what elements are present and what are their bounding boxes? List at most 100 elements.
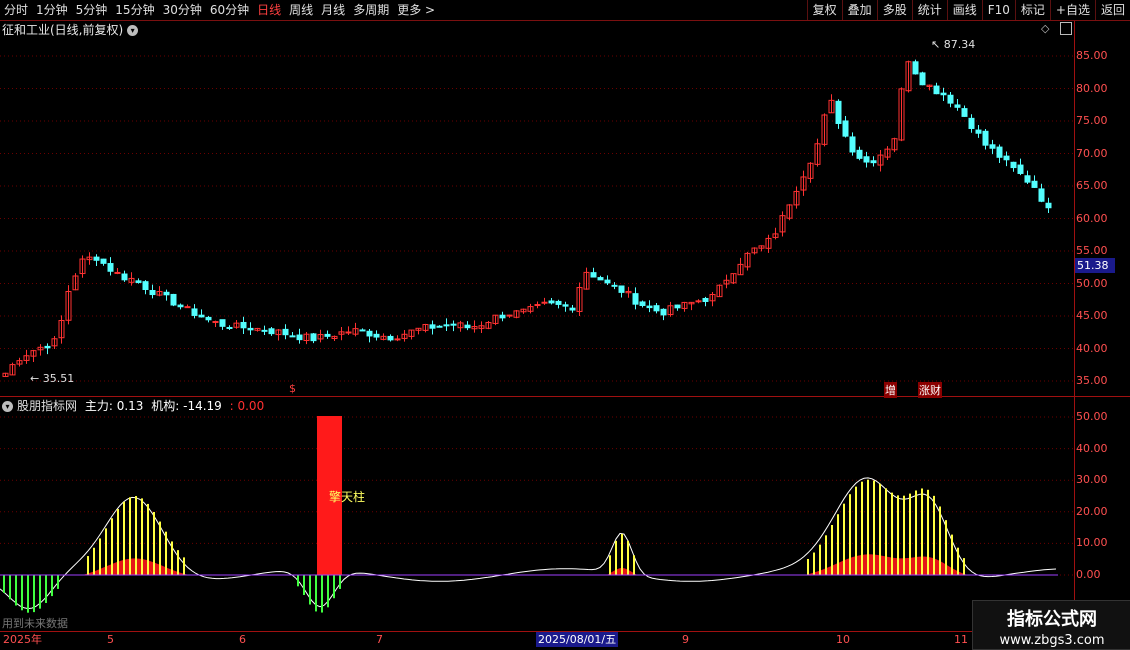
marker-rise-wealth[interactable]: 涨财 (918, 382, 942, 398)
candle-body (660, 308, 667, 316)
ind-tick-30: 30.00 (1076, 473, 1108, 486)
y-tick-35: 35.00 (1076, 374, 1108, 387)
candle-body (373, 333, 380, 338)
candle-body (555, 300, 562, 305)
candle-body (184, 306, 191, 309)
candle-body (632, 293, 639, 305)
candle-body (394, 338, 401, 341)
candle-body (604, 279, 611, 284)
candle-body (464, 324, 471, 329)
panel-divider (0, 396, 1130, 397)
chevron-down-icon[interactable]: ▾ (2, 401, 13, 412)
candle-body (989, 144, 996, 149)
candle-body (940, 92, 947, 96)
candle-body (1010, 161, 1017, 169)
candle-body (268, 328, 275, 335)
candle-body (114, 271, 121, 274)
date-label-nov: 11 (954, 633, 968, 646)
y-tick-50: 50.00 (1076, 277, 1108, 290)
candle-body (289, 335, 296, 338)
candle-body (177, 304, 184, 308)
candle-body (324, 333, 331, 337)
candle-body (170, 293, 177, 306)
candle-body (443, 324, 450, 327)
candle-body (639, 301, 646, 307)
date-cursor-label: 2025/08/01/五 (536, 632, 619, 647)
candle-body (359, 329, 366, 332)
candle-body (212, 321, 219, 324)
candle-body (954, 104, 961, 108)
date-label-jun: 6 (239, 633, 246, 646)
candle-body (919, 72, 926, 86)
candle-body (191, 308, 198, 316)
candle-body (569, 307, 576, 311)
institution-value: 机构: -14.19 (151, 399, 222, 413)
candle-body (240, 321, 247, 329)
candle-body (44, 345, 51, 349)
watermark-title: 指标公式网 (1007, 609, 1097, 630)
watermark: 指标公式网 www.zbgs3.com (972, 600, 1130, 650)
candle-body (562, 304, 569, 307)
candle-body (996, 146, 1003, 158)
y-tick-40: 40.00 (1076, 342, 1108, 355)
ind-tick-0: 0.00 (1076, 568, 1101, 581)
y-tick-75: 75.00 (1076, 114, 1108, 127)
kline-chart[interactable] (0, 0, 1130, 650)
candle-body (961, 108, 968, 117)
candle-body (226, 326, 233, 329)
y-tick-65: 65.00 (1076, 179, 1108, 192)
dollar-marker[interactable]: $ (289, 382, 296, 395)
pillar-label: 擎天柱 (329, 490, 366, 504)
candle-body (345, 331, 352, 334)
candle-body (247, 327, 254, 331)
candle-body (296, 334, 303, 341)
candle-body (842, 120, 849, 137)
date-label-may: 5 (107, 633, 114, 646)
watermark-url: www.zbgs3.com (999, 633, 1105, 648)
candle-body (1031, 180, 1038, 188)
candle-body (1017, 164, 1024, 174)
candle-body (1038, 188, 1045, 202)
marker-increase[interactable]: 增 (884, 382, 897, 398)
institution-area (0, 554, 1058, 575)
candle-body (548, 300, 555, 304)
candle-body (1003, 155, 1010, 161)
candle-body (310, 333, 317, 342)
candle-body (870, 160, 877, 164)
candle-body (282, 328, 289, 336)
candle-body (429, 324, 436, 329)
main-force-value: 主力: 0.13 (84, 399, 144, 413)
candle-body (261, 329, 268, 332)
candle-body (702, 297, 709, 302)
candle-body (450, 323, 457, 326)
candle-body (163, 291, 170, 296)
candle-body (541, 301, 548, 304)
y-tick-55: 55.00 (1076, 244, 1108, 257)
candle-body (93, 256, 100, 261)
candle-body (366, 330, 373, 337)
low-price-value: 35.51 (42, 372, 75, 385)
candle-body (947, 94, 954, 104)
candle-body (849, 136, 856, 153)
date-label-year: 2025年 (3, 633, 42, 646)
candle-body (142, 281, 149, 290)
high-price-label: ↖ 87.34 (931, 38, 976, 51)
candle-body (149, 290, 156, 296)
candle-body (856, 149, 863, 159)
candle-body (534, 304, 541, 307)
y-tick-60: 60.00 (1076, 212, 1108, 225)
indicator-title: ▾ 股朋指标网 主力: 0.13 机构: -14.19 : 0.00 (2, 398, 264, 414)
candle-body (1045, 202, 1052, 209)
date-label-oct: 10 (836, 633, 850, 646)
candle-body (674, 304, 681, 309)
ind-tick-40: 40.00 (1076, 442, 1108, 455)
candle-body (597, 277, 604, 281)
candle-body (107, 263, 114, 272)
right-axis-divider (1074, 21, 1075, 648)
ind-tick-10: 10.00 (1076, 536, 1108, 549)
y-tick-85: 85.00 (1076, 49, 1108, 62)
candle-body (436, 325, 443, 328)
high-price-value: 87.34 (943, 38, 976, 51)
candle-body (912, 61, 919, 75)
candle-body (205, 316, 212, 321)
